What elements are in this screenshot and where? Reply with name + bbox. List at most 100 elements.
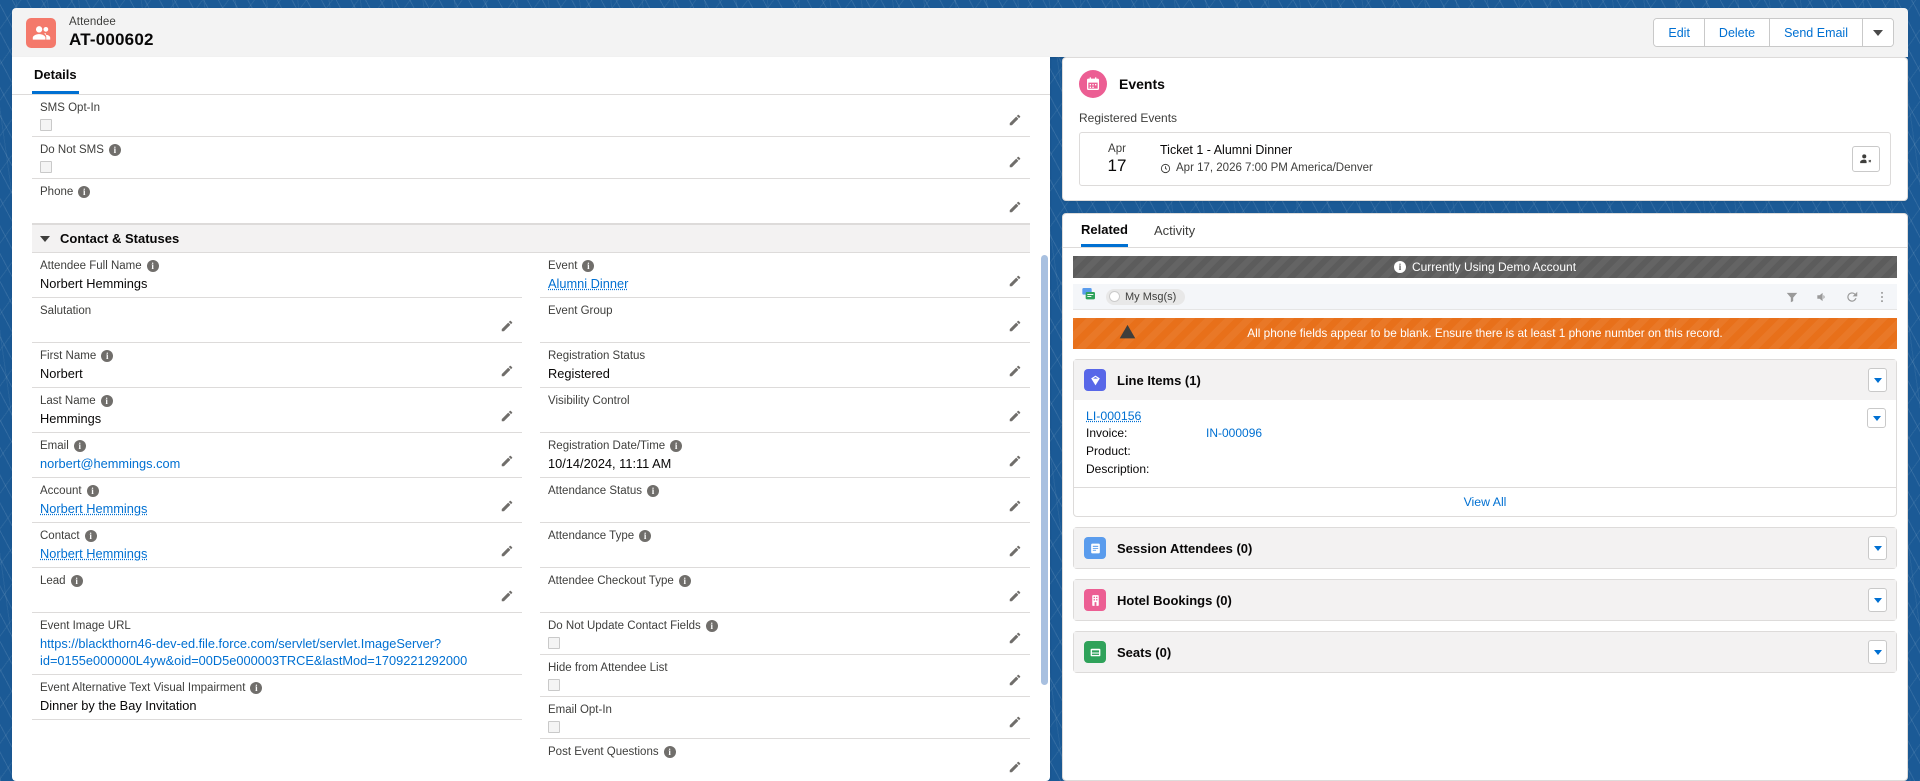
- edit-pencil-icon[interactable]: [1008, 631, 1024, 647]
- overflow-menu-icon[interactable]: [1875, 290, 1889, 304]
- info-icon[interactable]: i: [250, 682, 263, 694]
- field-left-0: Attendee Full Name i Norbert Hemmings: [32, 253, 522, 298]
- line-item-field: Product:: [1086, 444, 1884, 459]
- info-icon[interactable]: i: [639, 530, 652, 542]
- related-block-menu[interactable]: [1868, 536, 1887, 560]
- line-item-link[interactable]: LI-000156: [1086, 409, 1141, 423]
- edit-pencil-icon[interactable]: [1008, 274, 1024, 290]
- edit-pencil-icon[interactable]: [1008, 499, 1024, 515]
- field-label-text: SMS Opt-In: [40, 102, 101, 114]
- edit-pencil-icon[interactable]: [500, 319, 516, 335]
- related-block-header[interactable]: Session Attendees (0): [1074, 528, 1896, 568]
- info-icon[interactable]: i: [84, 530, 97, 542]
- field-value: [548, 410, 1002, 427]
- related-block-1: Session Attendees (0): [1073, 527, 1897, 569]
- related-block-menu[interactable]: [1868, 368, 1887, 392]
- details-scrollbar[interactable]: [1041, 255, 1048, 685]
- edit-pencil-icon[interactable]: [500, 409, 516, 425]
- info-icon[interactable]: i: [73, 440, 86, 452]
- related-block-menu[interactable]: [1868, 640, 1887, 664]
- section-contact-statuses[interactable]: Contact & Statuses: [32, 224, 1030, 253]
- section-title: Contact & Statuses: [60, 231, 180, 246]
- edit-pencil-icon[interactable]: [1008, 364, 1024, 380]
- info-icon[interactable]: i: [670, 440, 683, 452]
- edit-pencil-icon[interactable]: [500, 454, 516, 470]
- info-icon[interactable]: i: [108, 144, 121, 156]
- field-label: Attendee Checkout Type i: [548, 574, 1002, 588]
- info-icon[interactable]: i: [101, 350, 114, 362]
- details-right-column: Event i Alumni Dinner Event Group Registrati…: [540, 253, 1030, 781]
- action-button-group: Edit Delete Send Email: [1653, 18, 1894, 47]
- field-right-2: Registration Status Registered: [540, 343, 1030, 388]
- right-column: Events Registered Events Apr 17 Ticket 1 -…: [1062, 57, 1908, 781]
- filter-icon[interactable]: [1785, 290, 1799, 304]
- info-icon[interactable]: i: [678, 575, 691, 587]
- field-link[interactable]: Alumni Dinner: [548, 276, 628, 291]
- info-icon[interactable]: i: [78, 186, 91, 198]
- edit-pencil-icon[interactable]: [1008, 155, 1024, 171]
- edit-button[interactable]: Edit: [1654, 19, 1705, 46]
- edit-pencil-icon[interactable]: [1008, 544, 1024, 560]
- edit-pencil-icon[interactable]: [500, 499, 516, 515]
- edit-pencil-icon[interactable]: [1008, 409, 1024, 425]
- related-block-menu[interactable]: [1868, 588, 1887, 612]
- field-link[interactable]: Norbert Hemmings: [40, 546, 147, 561]
- refresh-icon[interactable]: [1845, 290, 1859, 304]
- field-link[interactable]: https://blackthorn46-dev-ed.file.force.c…: [40, 636, 467, 668]
- info-icon[interactable]: i: [146, 260, 159, 272]
- info-icon[interactable]: i: [100, 395, 113, 407]
- my-msgs-toggle[interactable]: My Msg(s): [1106, 288, 1186, 305]
- checkbox[interactable]: [548, 679, 560, 691]
- field-value: Dinner by the Bay Invitation: [40, 698, 197, 713]
- checkbox[interactable]: [548, 721, 560, 733]
- edit-pencil-icon[interactable]: [1008, 760, 1024, 776]
- calendar-icon: [1079, 70, 1107, 98]
- edit-pencil-icon[interactable]: [1008, 113, 1024, 129]
- field-label-text: Phone: [40, 186, 74, 198]
- field-link[interactable]: norbert@hemmings.com: [40, 456, 180, 471]
- registered-event-row[interactable]: Apr 17 Ticket 1 - Alumni Dinner Apr 17, 202…: [1079, 132, 1891, 186]
- details-tabbar: Details: [12, 57, 1050, 95]
- volume-icon[interactable]: [1815, 290, 1829, 304]
- edit-pencil-icon[interactable]: [500, 589, 516, 605]
- edit-pencil-icon[interactable]: [1008, 454, 1024, 470]
- info-icon[interactable]: i: [646, 485, 659, 497]
- more-actions-button[interactable]: [1863, 19, 1893, 46]
- info-icon[interactable]: i: [663, 746, 676, 758]
- field-value: [40, 201, 1002, 218]
- checkbox[interactable]: [548, 637, 560, 649]
- remove-attendee-icon[interactable]: [1852, 146, 1880, 172]
- field-link[interactable]: Norbert Hemmings: [40, 501, 147, 516]
- edit-pencil-icon[interactable]: [1008, 673, 1024, 689]
- tab-related[interactable]: Related: [1081, 214, 1128, 247]
- info-icon[interactable]: i: [582, 260, 595, 272]
- tab-activity[interactable]: Activity: [1154, 214, 1195, 247]
- field-label-text: Contact: [40, 530, 80, 542]
- event-day: 17: [1107, 155, 1127, 175]
- invoice-link[interactable]: IN-000096: [1206, 426, 1262, 440]
- messages-icon[interactable]: [1081, 286, 1097, 307]
- edit-pencil-icon[interactable]: [500, 544, 516, 560]
- related-block-header[interactable]: Line Items (1): [1074, 360, 1896, 400]
- info-icon[interactable]: i: [86, 485, 99, 497]
- events-header: Events: [1079, 70, 1891, 98]
- field-label: Email Opt-In: [548, 703, 1002, 717]
- related-block-header[interactable]: Hotel Bookings (0): [1074, 580, 1896, 620]
- edit-pencil-icon[interactable]: [1008, 715, 1024, 731]
- line-item-row-menu[interactable]: [1867, 408, 1886, 428]
- delete-button[interactable]: Delete: [1704, 19, 1771, 46]
- field-label: Event Alternative Text Visual Impairment…: [40, 681, 494, 695]
- checkbox[interactable]: [40, 161, 52, 173]
- related-block-header[interactable]: Seats (0): [1074, 632, 1896, 672]
- edit-pencil-icon[interactable]: [1008, 589, 1024, 605]
- edit-pencil-icon[interactable]: [500, 364, 516, 380]
- view-all-link[interactable]: View All: [1074, 487, 1896, 516]
- edit-pencil-icon[interactable]: [1008, 319, 1024, 335]
- info-icon[interactable]: i: [705, 620, 718, 632]
- info-icon[interactable]: i: [70, 575, 83, 587]
- field-right-5: Attendance Status i: [540, 478, 1030, 523]
- send-email-button[interactable]: Send Email: [1770, 19, 1863, 46]
- edit-pencil-icon[interactable]: [1008, 200, 1024, 216]
- tab-details[interactable]: Details: [32, 57, 79, 94]
- checkbox[interactable]: [40, 119, 52, 131]
